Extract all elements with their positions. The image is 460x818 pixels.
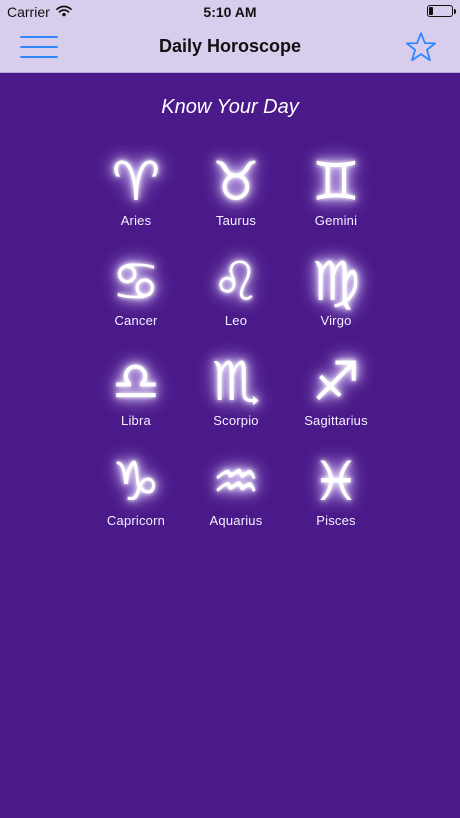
- zodiac-label: Libra: [121, 413, 151, 428]
- status-bar: Carrier 5:10 AM: [0, 0, 460, 24]
- main-content: Know Your Day ♈ Aries ♉ Taurus ♊ Gemini …: [0, 72, 460, 818]
- page-title: Daily Horoscope: [158, 36, 302, 56]
- capricorn-icon: ♑: [111, 450, 161, 513]
- zodiac-label: Scorpio: [213, 413, 259, 428]
- zodiac-label: Gemini: [314, 213, 358, 228]
- pisces-icon: ♓: [311, 450, 361, 513]
- navigation-bar: Daily Horoscope: [0, 24, 460, 72]
- zodiac-label: Cancer: [114, 313, 158, 328]
- zodiac-sign-gemini[interactable]: ♊ Gemini: [286, 147, 386, 247]
- zodiac-sign-taurus[interactable]: ♉ Taurus: [186, 147, 286, 247]
- battery-level: [429, 7, 433, 15]
- zodiac-label: Sagittarius: [304, 413, 368, 428]
- zodiac-grid: ♈ Aries ♉ Taurus ♊ Gemini ♋ Cancer ♌ Leo…: [86, 147, 386, 557]
- status-time: 5:10 AM: [203, 4, 257, 20]
- aquarius-icon: ♒: [211, 450, 261, 513]
- taurus-icon: ♉: [211, 150, 261, 213]
- zodiac-sign-leo[interactable]: ♌ Leo: [186, 247, 286, 347]
- app-screen: Carrier 5:10 AM Daily Horoscope Know You…: [0, 0, 460, 818]
- zodiac-sign-scorpio[interactable]: ♏ Scorpio: [186, 347, 286, 447]
- zodiac-sign-libra[interactable]: ♎ Libra: [86, 347, 186, 447]
- aries-icon: ♈: [111, 150, 161, 213]
- zodiac-sign-pisces[interactable]: ♓ Pisces: [286, 447, 386, 547]
- favorite-button[interactable]: [404, 30, 438, 64]
- zodiac-sign-capricorn[interactable]: ♑ Capricorn: [86, 447, 186, 547]
- zodiac-label: Leo: [224, 313, 248, 328]
- zodiac-label: Aries: [120, 213, 152, 228]
- zodiac-label: Aquarius: [209, 513, 263, 528]
- gemini-icon: ♊: [311, 150, 361, 213]
- leo-icon: ♌: [211, 250, 261, 313]
- virgo-icon: ♍: [311, 250, 361, 313]
- zodiac-sign-cancer[interactable]: ♋ Cancer: [86, 247, 186, 347]
- zodiac-sign-aries[interactable]: ♈ Aries: [86, 147, 186, 247]
- libra-icon: ♎: [111, 350, 161, 413]
- top-bar: Carrier 5:10 AM Daily Horoscope: [0, 0, 460, 73]
- zodiac-sign-virgo[interactable]: ♍ Virgo: [286, 247, 386, 347]
- star-icon: [405, 32, 437, 62]
- zodiac-label: Pisces: [316, 513, 356, 528]
- scorpio-icon: ♏: [211, 350, 261, 413]
- page-subtitle: Know Your Day: [161, 96, 299, 118]
- zodiac-label: Capricorn: [106, 513, 166, 528]
- zodiac-sign-aquarius[interactable]: ♒ Aquarius: [186, 447, 286, 547]
- zodiac-sign-sagittarius[interactable]: ♐ Sagittarius: [286, 347, 386, 447]
- cancer-icon: ♋: [111, 250, 161, 313]
- sagittarius-icon: ♐: [311, 350, 361, 413]
- battery-icon: [427, 5, 456, 17]
- zodiac-label: Virgo: [320, 313, 352, 328]
- zodiac-label: Taurus: [215, 213, 257, 228]
